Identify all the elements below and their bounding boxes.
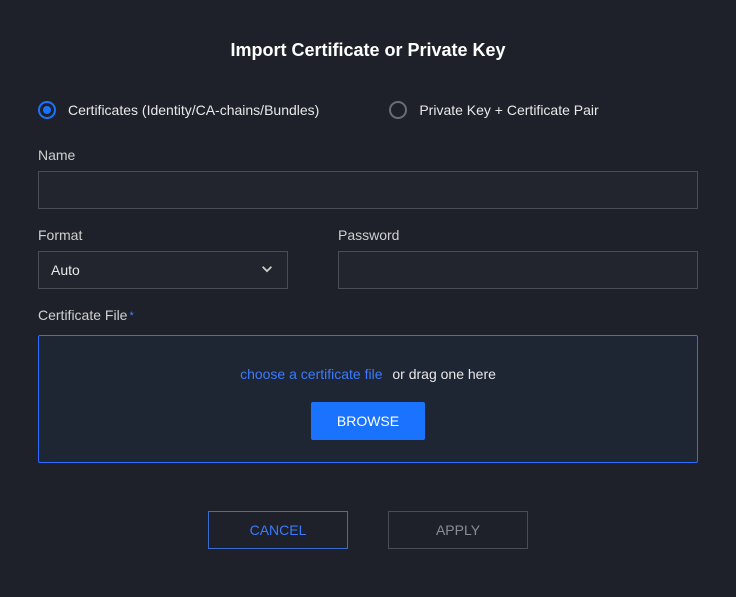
radio-certificates[interactable]: Certificates (Identity/CA-chains/Bundles…: [38, 101, 319, 119]
dialog-title: Import Certificate or Private Key: [38, 40, 698, 61]
password-input[interactable]: [338, 251, 698, 289]
dropzone-text: choose a certificate file or drag one he…: [59, 366, 677, 382]
apply-button[interactable]: APPLY: [388, 511, 528, 549]
cancel-button[interactable]: CANCEL: [208, 511, 348, 549]
format-select[interactable]: Auto: [38, 251, 288, 289]
password-label: Password: [338, 227, 698, 243]
radio-icon: [38, 101, 56, 119]
radio-private-key-pair[interactable]: Private Key + Certificate Pair: [389, 101, 598, 119]
import-type-group: Certificates (Identity/CA-chains/Bundles…: [38, 101, 698, 119]
dialog-footer: CANCEL APPLY: [38, 511, 698, 549]
name-label: Name: [38, 147, 698, 163]
radio-certificates-label: Certificates (Identity/CA-chains/Bundles…: [68, 102, 319, 118]
radio-icon: [389, 101, 407, 119]
format-selected-value: Auto: [51, 262, 80, 278]
password-field: Password: [338, 227, 698, 289]
certificate-file-label: Certificate File*: [38, 307, 698, 323]
name-field: Name: [38, 147, 698, 209]
radio-private-key-pair-label: Private Key + Certificate Pair: [419, 102, 598, 118]
format-password-row: Format Auto Password: [38, 227, 698, 289]
required-asterisk-icon: *: [129, 310, 133, 322]
file-dropzone[interactable]: choose a certificate file or drag one he…: [38, 335, 698, 463]
drag-hint-text: or drag one here: [392, 366, 496, 382]
browse-button[interactable]: BROWSE: [311, 402, 425, 440]
format-field: Format Auto: [38, 227, 288, 289]
choose-file-link[interactable]: choose a certificate file: [240, 366, 382, 382]
format-label: Format: [38, 227, 288, 243]
import-certificate-dialog: Import Certificate or Private Key Certif…: [0, 0, 736, 579]
name-input[interactable]: [38, 171, 698, 209]
certificate-file-field: Certificate File* choose a certificate f…: [38, 307, 698, 463]
